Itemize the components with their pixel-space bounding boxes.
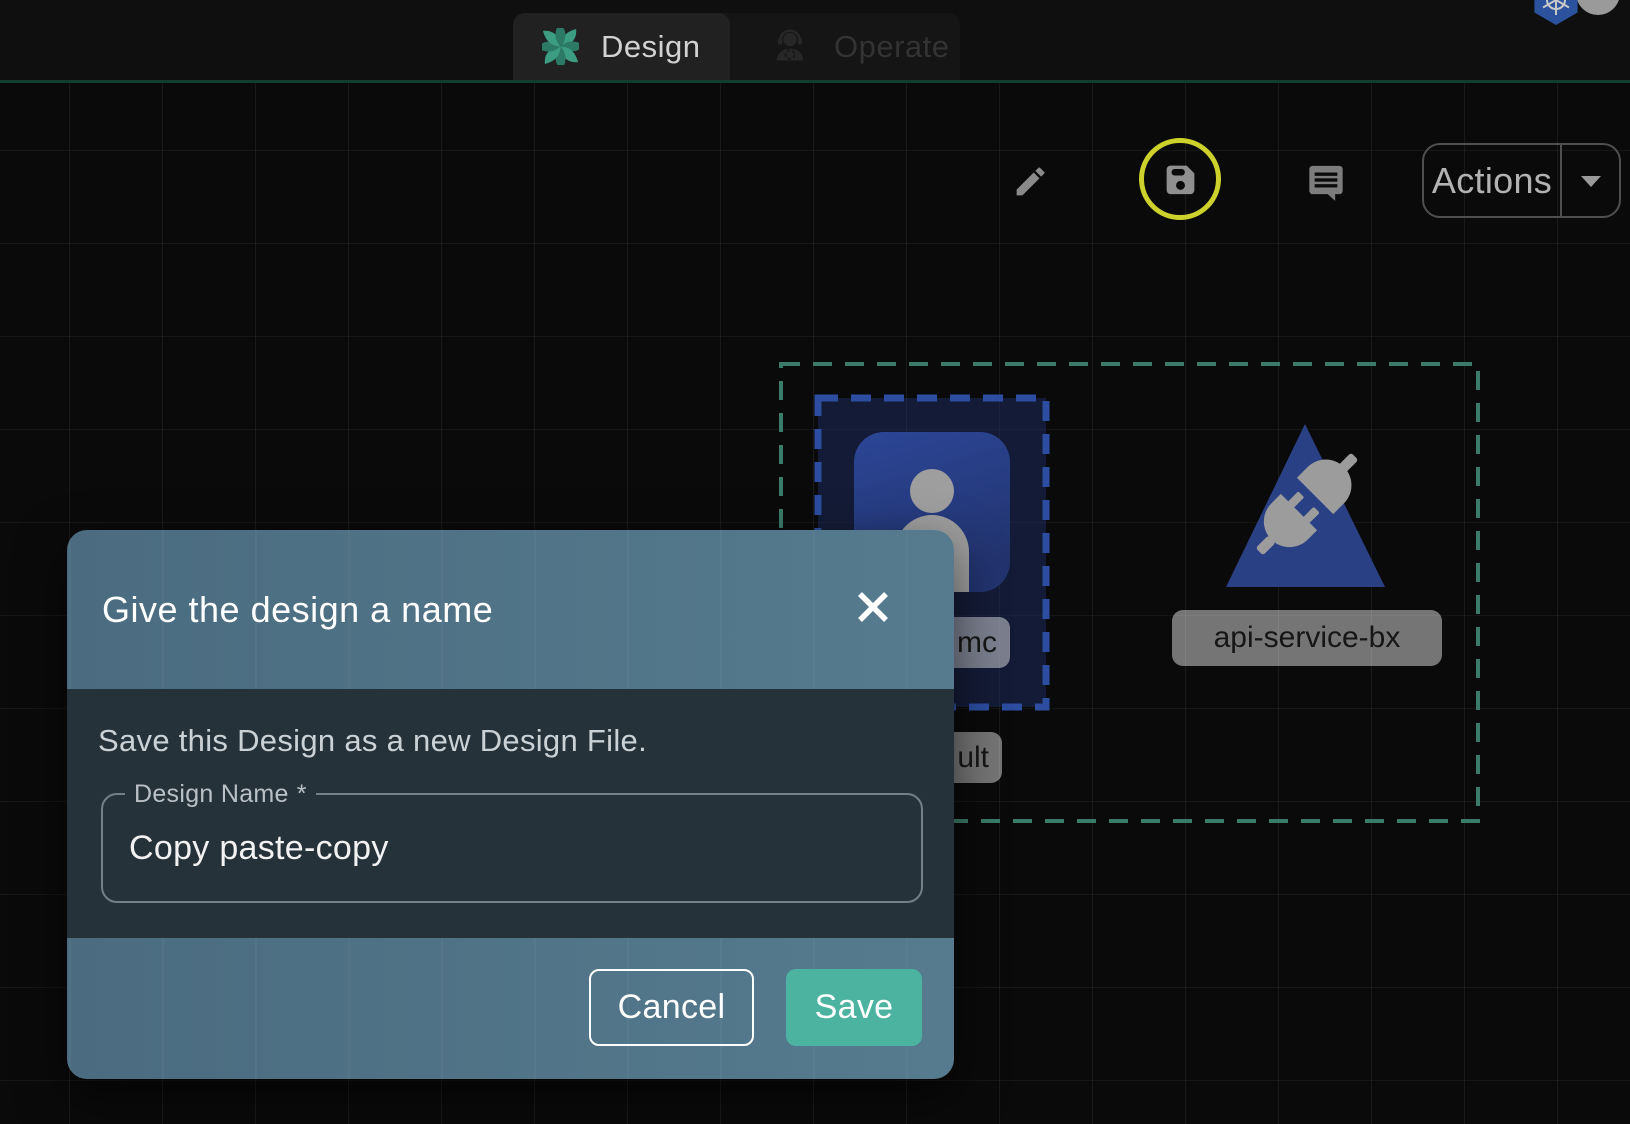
tab-design[interactable]: Design xyxy=(513,13,730,80)
triangle-node[interactable] xyxy=(1226,424,1385,587)
close-icon[interactable] xyxy=(853,587,893,627)
modal-description: Save this Design as a new Design File. xyxy=(98,723,647,759)
modal-body: Save this Design as a new Design File. D… xyxy=(67,689,954,938)
tab-operate[interactable]: Operate xyxy=(730,13,960,80)
save-button[interactable]: Save xyxy=(786,969,922,1046)
save-design-modal: Give the design a name Save this Design … xyxy=(67,530,954,1079)
tab-design-label: Design xyxy=(601,29,701,65)
actions-split-button: Actions xyxy=(1422,143,1621,218)
kubernetes-context-badge[interactable] xyxy=(1528,0,1624,52)
modal-header: Give the design a name xyxy=(67,530,954,689)
tab-operate-label: Operate xyxy=(834,29,950,65)
kubernetes-icon xyxy=(1534,0,1577,25)
avatar-circle xyxy=(1576,0,1620,15)
edit-pencil-icon[interactable] xyxy=(1012,163,1049,200)
design-name-field[interactable]: Design Name* Copy paste-copy xyxy=(101,793,923,903)
headset-icon xyxy=(770,26,810,68)
actions-dropdown-button[interactable] xyxy=(1562,145,1619,216)
actions-button[interactable]: Actions xyxy=(1424,145,1560,216)
mode-tabs: Design Operate xyxy=(513,13,960,80)
comment-icon[interactable] xyxy=(1306,162,1346,203)
meshery-logo-icon xyxy=(542,28,579,65)
design-name-input[interactable]: Copy paste-copy xyxy=(129,795,389,901)
modal-title: Give the design a name xyxy=(102,589,493,631)
chevron-down-icon xyxy=(1579,174,1603,188)
save-icon[interactable] xyxy=(1162,161,1199,198)
cancel-button[interactable]: Cancel xyxy=(589,969,754,1046)
node-label-pill: api-service-bx xyxy=(1172,610,1442,666)
modal-footer: Cancel Save xyxy=(67,938,954,1079)
top-navbar: Design Operate xyxy=(0,0,1630,83)
